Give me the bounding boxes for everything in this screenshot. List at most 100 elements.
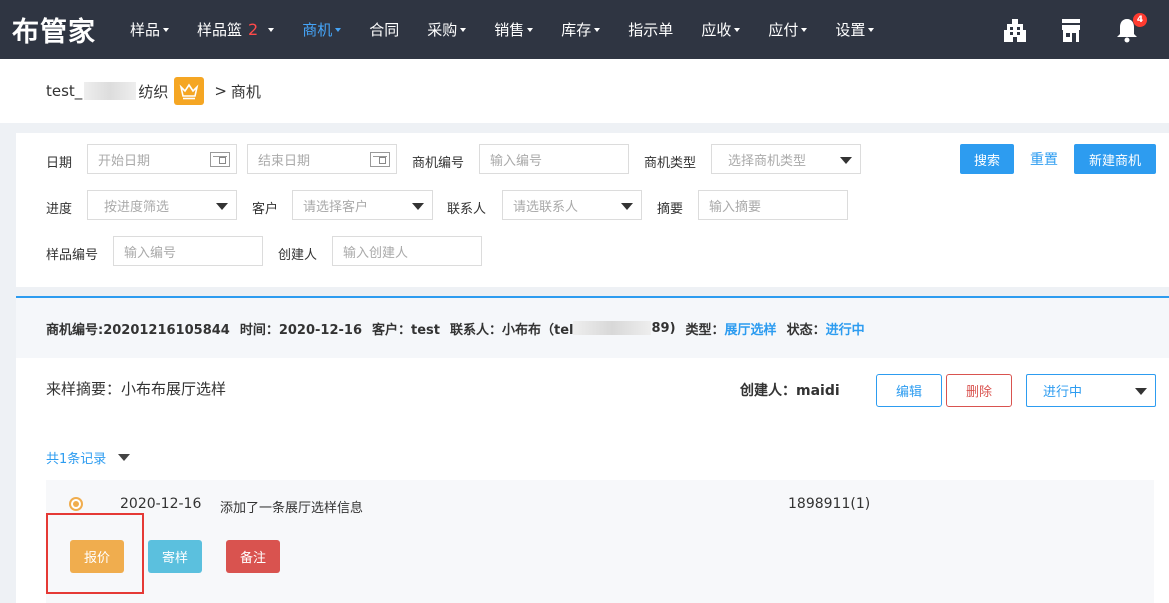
chevron-down-icon: [335, 27, 342, 32]
chevron-down-icon: [118, 454, 131, 461]
record-type-label: 类型：: [685, 322, 725, 338]
nav-item-label: 合同: [369, 21, 400, 39]
entry-description: 添加了一条展厅选样信息: [220, 501, 364, 516]
customer-select[interactable]: 请选择客户: [292, 190, 433, 220]
nav-item-instructions[interactable]: 指示单: [628, 19, 673, 40]
summary-placeholder: 输入摘要: [709, 199, 762, 215]
nav-item-samples[interactable]: 样品: [130, 19, 170, 40]
nav-item-sales[interactable]: 销售: [494, 19, 534, 40]
note-button[interactable]: 备注: [226, 540, 280, 573]
edit-button[interactable]: 编辑: [876, 374, 942, 407]
opportunity-type-select[interactable]: 选择商机类型: [711, 144, 861, 174]
opportunity-number: 商机编号:20201216105844: [46, 322, 230, 338]
breadcrumb-separator: >: [214, 82, 227, 100]
sample-summary: 来样摘要：小布布展厅选样: [46, 380, 227, 398]
dropdown-arrow-icon: [621, 203, 633, 210]
chevron-down-icon: [594, 27, 601, 32]
nav-item-label: 销售: [494, 21, 525, 39]
progress-select[interactable]: 按进度筛选: [87, 190, 237, 220]
sample-no-input[interactable]: 输入编号: [113, 236, 263, 266]
end-date-input[interactable]: 结束日期: [247, 144, 397, 174]
new-opportunity-button[interactable]: 新建商机: [1074, 144, 1156, 174]
basket-count: 2: [248, 20, 259, 39]
record-creator: 创建人：maidi: [740, 383, 840, 399]
creator-input[interactable]: 输入创建人: [332, 236, 482, 266]
customer-label: 客户: [252, 202, 279, 217]
chevron-down-icon: [868, 27, 875, 32]
sample-no-label: 样品编号: [46, 248, 99, 263]
contact-label: 联系人: [447, 202, 487, 217]
nav-item-opportunities[interactable]: 商机: [302, 19, 342, 40]
timeline-dot-icon: [69, 497, 83, 511]
nav-item-receivables[interactable]: 应收: [701, 19, 741, 40]
nav-item-label: 应付: [768, 21, 799, 39]
building-icon[interactable]: [1001, 16, 1029, 44]
redacted-phone: [573, 321, 652, 335]
record-contact: 联系人：小布布（tel: [449, 322, 574, 338]
nav-item-label: 样品: [130, 21, 161, 39]
notification-badge: 4: [1133, 12, 1147, 27]
calendar-icon[interactable]: [370, 152, 390, 167]
progress-placeholder: 按进度筛选: [104, 199, 170, 215]
search-button[interactable]: 搜索: [960, 144, 1014, 174]
filter-panel: 日期 开始日期 结束日期 商机编号 输入编号 商机类型 选择商机类型 搜索 重置…: [16, 133, 1169, 287]
status-select-value: 进行中: [1043, 385, 1083, 400]
nav-item-purchase[interactable]: 采购: [427, 19, 467, 40]
record-count: 共1条记录: [46, 452, 107, 467]
opportunity-no-input[interactable]: 输入编号: [479, 144, 629, 174]
progress-label: 进度: [46, 202, 73, 217]
nav-item-label: 应收: [701, 21, 732, 39]
record-status-value: 进行中: [825, 322, 865, 338]
chevron-down-icon: [268, 27, 275, 32]
chevron-down-icon: [460, 27, 467, 32]
customer-placeholder: 请选择客户: [303, 199, 369, 215]
entry-date: 2020-12-16: [120, 496, 202, 512]
contact-placeholder: 请选联系人: [513, 199, 579, 215]
nav-item-contracts[interactable]: 合同: [369, 19, 399, 40]
summary-input[interactable]: 输入摘要: [698, 190, 848, 220]
creator-placeholder: 输入创建人: [343, 245, 409, 261]
bell-icon[interactable]: 4: [1113, 12, 1147, 44]
nav-item-sample-basket[interactable]: 样品篮 2: [197, 19, 275, 40]
summary-label: 摘要: [657, 202, 684, 217]
app-logo[interactable]: 布管家: [12, 10, 96, 49]
nav-item-label: 样品篮: [197, 21, 243, 39]
nav-item-label: 采购: [427, 21, 458, 39]
date-label: 日期: [46, 156, 73, 171]
dropdown-arrow-icon: [1135, 388, 1147, 395]
record-type-value: 展厅选样: [724, 322, 777, 338]
start-date-input[interactable]: 开始日期: [87, 144, 237, 174]
store-icon[interactable]: [1057, 16, 1085, 44]
nav-item-inventory[interactable]: 库存: [561, 19, 601, 40]
chevron-down-icon: [527, 27, 534, 32]
nav-icon-group: 4: [1001, 0, 1169, 59]
nav-item-payables[interactable]: 应付: [768, 19, 808, 40]
nav-item-label: 指示单: [628, 21, 674, 39]
company-name-suffix[interactable]: 纺织: [138, 81, 168, 102]
send-sample-button[interactable]: 寄样: [148, 540, 202, 573]
delete-button[interactable]: 删除: [946, 374, 1012, 407]
nav-item-label: 设置: [835, 21, 866, 39]
top-navbar: 布管家 样品 样品篮 2 商机 合同 采购 销售 库存 指示单 应收 应付 设置: [0, 0, 1169, 59]
dropdown-arrow-icon: [216, 203, 228, 210]
opportunity-record: 商机编号:20201216105844 时间：2020-12-16 客户：tes…: [16, 296, 1169, 603]
breadcrumb-current: 商机: [230, 82, 261, 101]
start-date-placeholder: 开始日期: [98, 153, 151, 169]
opportunity-type-placeholder: 选择商机类型: [728, 153, 807, 169]
record-customer: 客户：test: [372, 322, 440, 338]
end-date-placeholder: 结束日期: [258, 153, 311, 169]
creator-label: 创建人: [278, 248, 318, 263]
breadcrumb: test_ 纺织 > 商机: [0, 59, 1169, 123]
nav-item-settings[interactable]: 设置: [835, 19, 875, 40]
nav-item-label: 库存: [561, 21, 592, 39]
status-select[interactable]: 进行中: [1026, 374, 1156, 407]
company-name-prefix[interactable]: test_: [46, 82, 82, 100]
opportunity-no-placeholder: 输入编号: [490, 153, 543, 169]
contact-select[interactable]: 请选联系人: [502, 190, 642, 220]
record-status-label: 状态：: [786, 322, 826, 338]
opportunity-type-label: 商机类型: [644, 156, 697, 171]
calendar-icon[interactable]: [210, 152, 230, 167]
opportunity-no-label: 商机编号: [412, 156, 465, 171]
reset-button[interactable]: 重置: [1024, 144, 1064, 174]
record-count-toggle[interactable]: 共1条记录: [46, 448, 131, 467]
